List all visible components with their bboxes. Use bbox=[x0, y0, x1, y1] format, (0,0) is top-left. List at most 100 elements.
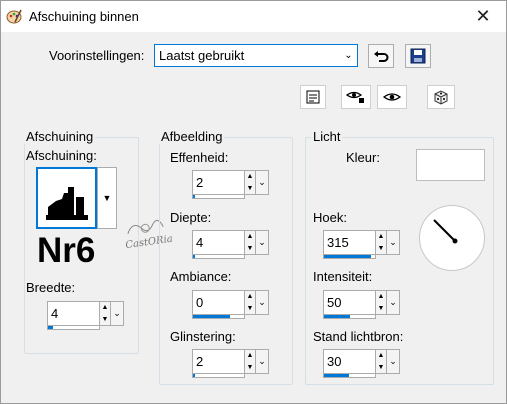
shininess-input[interactable]: 2 bbox=[192, 349, 245, 374]
intensity-input[interactable]: 50 bbox=[323, 290, 376, 315]
bevel-group-label: Afschuining bbox=[24, 129, 96, 144]
angle-label: Hoek: bbox=[313, 210, 347, 225]
angle-dial-needle bbox=[433, 219, 458, 244]
elevation-slider-fill bbox=[324, 374, 349, 377]
image-group-label: Afbeelding bbox=[159, 129, 225, 144]
presets-label: Voorinstellingen: bbox=[49, 48, 145, 63]
width-up-down[interactable]: ▲ ▼ bbox=[100, 301, 111, 326]
bevel-field-label: Afschuining: bbox=[26, 148, 97, 163]
randomize-button[interactable] bbox=[427, 85, 455, 109]
depth-range-button[interactable]: ⌄ bbox=[256, 230, 269, 255]
shininess-slider-fill bbox=[193, 374, 195, 377]
smoothness-value: 2 bbox=[196, 175, 204, 190]
depth-spinner[interactable]: 4 ▲ ▼ ⌄ bbox=[192, 230, 269, 259]
angle-dial[interactable] bbox=[419, 205, 485, 271]
palette-icon bbox=[6, 9, 22, 24]
ambience-range-button[interactable]: ⌄ bbox=[256, 290, 269, 315]
ambience-input[interactable]: 0 bbox=[192, 290, 245, 315]
bevel-shape-picker[interactable] bbox=[36, 167, 97, 229]
chevron-down-icon: ⌄ bbox=[258, 356, 266, 366]
reset-preset-button[interactable] bbox=[368, 44, 394, 68]
preview-label: Nr6 bbox=[37, 231, 96, 270]
angle-up-down[interactable]: ▲ ▼ bbox=[376, 230, 387, 255]
intensity-slider-fill bbox=[324, 315, 350, 318]
width-spinner[interactable]: 4 ▲ ▼ ⌄ bbox=[47, 301, 124, 330]
intensity-spinner[interactable]: 50 ▲ ▼ ⌄ bbox=[323, 290, 400, 319]
smoothness-slider-fill bbox=[193, 195, 195, 198]
save-preset-button[interactable] bbox=[405, 44, 431, 68]
angle-spinner[interactable]: 315 ▲ ▼ ⌄ bbox=[323, 230, 400, 259]
smoothness-input[interactable]: 2 bbox=[192, 170, 245, 195]
dialog-window: Afschuining binnen ✕ Voorinstellingen: L… bbox=[0, 0, 507, 404]
width-label: Breedte: bbox=[26, 280, 76, 295]
light-color-swatch[interactable] bbox=[416, 149, 485, 181]
title-bar: Afschuining binnen ✕ bbox=[1, 1, 506, 32]
shininess-range-button[interactable]: ⌄ bbox=[256, 349, 269, 374]
ambience-label: Ambiance: bbox=[170, 269, 232, 284]
caret-down-icon: ▼ bbox=[102, 193, 112, 203]
shininess-spinner[interactable]: 2 ▲ ▼ ⌄ bbox=[192, 349, 269, 378]
elevation-spinner[interactable]: 30 ▲ ▼ ⌄ bbox=[323, 349, 400, 378]
bevel-shape-preview bbox=[46, 187, 88, 220]
presets-value: Laatst gebruikt bbox=[159, 48, 245, 63]
shininess-label: Glinstering: bbox=[170, 329, 236, 344]
presets-dropdown[interactable]: Laatst gebruikt ⌄ bbox=[154, 44, 358, 67]
intensity-label: Intensiteit: bbox=[313, 269, 373, 284]
elevation-input[interactable]: 30 bbox=[323, 349, 376, 374]
intensity-value: 50 bbox=[327, 295, 342, 310]
shininess-up-down[interactable]: ▲ ▼ bbox=[245, 349, 256, 374]
undo-icon bbox=[374, 51, 389, 62]
angle-slider-fill bbox=[324, 255, 371, 258]
chevron-down-icon: ⌄ bbox=[344, 50, 353, 61]
angle-input[interactable]: 315 bbox=[323, 230, 376, 255]
depth-slider-track[interactable] bbox=[192, 255, 245, 259]
chevron-down-icon: ⌄ bbox=[258, 237, 266, 247]
width-input[interactable]: 4 bbox=[47, 301, 100, 326]
chevron-down-icon: ⌄ bbox=[389, 356, 397, 366]
shininess-value: 2 bbox=[196, 354, 204, 369]
close-button[interactable]: ✕ bbox=[460, 1, 506, 32]
smoothness-slider-track[interactable] bbox=[192, 195, 245, 199]
save-icon bbox=[410, 48, 426, 64]
shininess-slider-track[interactable] bbox=[192, 374, 245, 378]
chevron-down-icon: ⌄ bbox=[258, 177, 266, 187]
eye-lock-icon bbox=[346, 91, 364, 103]
angle-range-button[interactable]: ⌄ bbox=[387, 230, 400, 255]
ambience-slider-fill bbox=[193, 315, 230, 318]
width-value: 4 bbox=[51, 306, 59, 321]
width-slider-fill bbox=[48, 326, 53, 329]
intensity-range-button[interactable]: ⌄ bbox=[387, 290, 400, 315]
width-range-button[interactable]: ⌄ bbox=[111, 301, 124, 326]
chevron-down-icon: ⌄ bbox=[389, 237, 397, 247]
depth-input[interactable]: 4 bbox=[192, 230, 245, 255]
depth-slider-fill bbox=[193, 255, 195, 258]
ambience-value: 0 bbox=[196, 295, 204, 310]
ambience-up-down[interactable]: ▲ ▼ bbox=[245, 290, 256, 315]
close-icon: ✕ bbox=[475, 6, 491, 26]
width-slider-track[interactable] bbox=[47, 326, 100, 330]
ambience-spinner[interactable]: 0 ▲ ▼ ⌄ bbox=[192, 290, 269, 319]
chevron-down-icon: ⌄ bbox=[389, 297, 397, 307]
angle-value: 315 bbox=[327, 235, 349, 250]
elevation-up-down[interactable]: ▲ ▼ bbox=[376, 349, 387, 374]
smoothness-spinner[interactable]: 2 ▲ ▼ ⌄ bbox=[192, 170, 269, 199]
depth-value: 4 bbox=[196, 235, 204, 250]
toggle-preview-button[interactable] bbox=[341, 85, 371, 109]
chevron-down-icon: ⌄ bbox=[258, 297, 266, 307]
bevel-shape-dropdown[interactable]: ▼ bbox=[97, 167, 117, 229]
eye-icon bbox=[382, 93, 402, 101]
auto-proof-button[interactable] bbox=[377, 85, 407, 109]
smoothness-label: Effenheid: bbox=[170, 150, 229, 165]
depth-label: Diepte: bbox=[170, 210, 212, 225]
list-icon bbox=[306, 90, 320, 104]
light-group-label: Licht bbox=[311, 129, 343, 144]
intensity-up-down[interactable]: ▲ ▼ bbox=[376, 290, 387, 315]
reset-defaults-button[interactable] bbox=[300, 85, 326, 109]
smoothness-up-down[interactable]: ▲ ▼ bbox=[245, 170, 256, 195]
dice-icon bbox=[434, 90, 448, 105]
elevation-range-button[interactable]: ⌄ bbox=[387, 349, 400, 374]
light-color-label: Kleur: bbox=[346, 150, 380, 165]
elevation-value: 30 bbox=[327, 354, 342, 369]
smoothness-range-button[interactable]: ⌄ bbox=[256, 170, 269, 195]
depth-up-down[interactable]: ▲ ▼ bbox=[245, 230, 256, 255]
